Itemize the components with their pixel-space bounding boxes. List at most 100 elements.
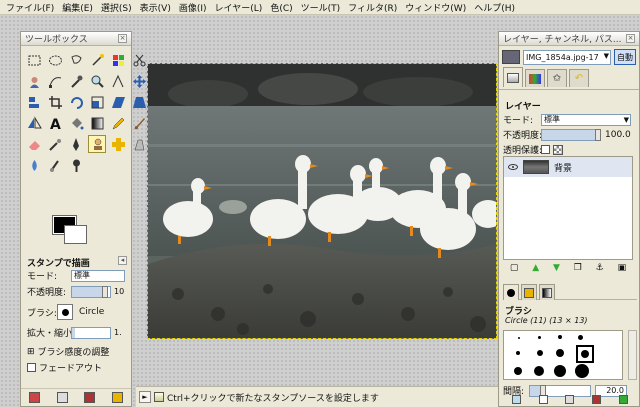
layer-opacity-slider[interactable] <box>541 128 601 141</box>
bucket-fill-tool[interactable] <box>67 114 85 132</box>
airbrush-tool[interactable] <box>46 135 64 153</box>
ellipse-select-tool[interactable] <box>46 51 64 69</box>
auto-button[interactable]: 自動 <box>614 49 636 65</box>
flip-tool[interactable] <box>25 114 43 132</box>
blend-tool[interactable] <box>88 114 106 132</box>
delete-brush-icon[interactable] <box>592 395 602 404</box>
move-tool[interactable] <box>130 72 148 90</box>
brush-preview[interactable] <box>57 304 73 320</box>
brush-1[interactable] <box>518 337 520 339</box>
options-menu-icon[interactable]: ◂ <box>118 256 127 265</box>
brush-scrollbar[interactable] <box>628 330 637 380</box>
menu-layer[interactable]: レイヤー(L) <box>211 1 267 14</box>
menu-filters[interactable]: フィルタ(R) <box>344 1 401 14</box>
delete-layer-icon[interactable]: ▣ <box>618 263 627 273</box>
tab-layers[interactable] <box>503 67 523 87</box>
brush-grid[interactable] <box>503 330 623 380</box>
lower-layer-icon[interactable]: ▼ <box>553 263 560 273</box>
menu-image[interactable]: 画像(I) <box>175 1 211 14</box>
brush-3[interactable] <box>558 335 562 339</box>
eye-icon[interactable] <box>508 164 518 170</box>
save-options-icon[interactable] <box>29 392 41 403</box>
smudge-tool[interactable] <box>46 156 64 174</box>
brush-selected[interactable] <box>576 345 594 363</box>
align-tool[interactable] <box>25 93 43 111</box>
color-swatches[interactable] <box>31 212 91 252</box>
menu-select[interactable]: 選択(S) <box>97 1 136 14</box>
status-arrow-button[interactable]: ► <box>139 391 151 403</box>
dynamics-expander[interactable]: ⊞ <box>27 347 35 357</box>
eraser-tool[interactable] <box>25 135 43 153</box>
zoom-tool[interactable] <box>88 72 106 90</box>
delete-options-icon[interactable] <box>84 392 96 403</box>
paintbrush-tool[interactable] <box>130 114 148 132</box>
dodge-burn-tool[interactable] <box>67 156 85 174</box>
foreground-select-tool[interactable] <box>25 72 43 90</box>
layer-row[interactable]: 背景 <box>504 157 632 177</box>
edit-brush-icon[interactable] <box>511 395 521 404</box>
opacity-slider[interactable] <box>71 285 111 298</box>
brush-6[interactable] <box>537 350 543 356</box>
duplicate-brush-icon[interactable] <box>565 395 575 404</box>
background-color[interactable] <box>64 225 87 244</box>
tab-patterns[interactable] <box>521 284 537 300</box>
lock-alpha-checkbox[interactable] <box>541 145 550 154</box>
tab-gradients[interactable] <box>539 284 555 300</box>
image-select[interactable]: IMG_1854a.jpg-17 ▼ <box>523 49 611 65</box>
fade-checkbox[interactable] <box>27 363 36 372</box>
pencil-tool[interactable] <box>109 114 127 132</box>
rect-select-tool[interactable] <box>25 51 43 69</box>
menu-view[interactable]: 表示(V) <box>136 1 175 14</box>
heal-tool[interactable] <box>109 135 127 153</box>
fade-row[interactable]: フェードアウト <box>27 361 127 374</box>
dynamics-row[interactable]: ⊞ ブラシ感度の調整 <box>27 345 127 359</box>
layers-close-icon[interactable]: × <box>626 34 635 43</box>
brush-5[interactable] <box>516 351 520 355</box>
scale-tool[interactable] <box>88 93 106 111</box>
reset-options-icon[interactable] <box>111 392 123 403</box>
fuzzy-select-tool[interactable] <box>88 51 106 69</box>
mode-select[interactable]: 標準 <box>71 269 125 282</box>
brush-12[interactable] <box>575 364 589 378</box>
tab-undo[interactable]: ↶ <box>569 69 589 87</box>
refresh-brushes-icon[interactable] <box>619 395 629 404</box>
text-tool[interactable]: A <box>46 114 64 132</box>
toolbox-close-icon[interactable]: × <box>118 34 127 43</box>
duplicate-layer-icon[interactable]: ❐ <box>574 263 582 273</box>
select-by-color-tool[interactable] <box>109 51 127 69</box>
restore-options-icon[interactable] <box>56 392 68 403</box>
scale-slider[interactable] <box>71 326 111 339</box>
menu-edit[interactable]: 編集(E) <box>58 1 97 14</box>
new-layer-icon[interactable]: ▢ <box>510 263 519 273</box>
ink-tool[interactable] <box>67 135 85 153</box>
measure-tool[interactable] <box>109 72 127 90</box>
brush-10[interactable] <box>534 366 544 376</box>
tab-paths[interactable]: ✩ <box>547 69 567 87</box>
brush-7[interactable] <box>556 349 564 357</box>
menu-file[interactable]: ファイル(F) <box>2 1 58 14</box>
paths-tool[interactable] <box>46 72 64 90</box>
scissors-tool[interactable] <box>130 51 148 69</box>
menu-color[interactable]: 色(C) <box>266 1 296 14</box>
blur-tool[interactable] <box>25 156 43 174</box>
tab-brushes[interactable] <box>503 284 519 300</box>
lasso-tool[interactable] <box>67 51 85 69</box>
perspective-clone-tool[interactable] <box>130 135 148 153</box>
clone-tool[interactable] <box>88 135 106 153</box>
crop-tool[interactable] <box>46 93 64 111</box>
rotate-tool[interactable] <box>67 93 85 111</box>
brush-9[interactable] <box>514 367 522 375</box>
perspective-tool[interactable] <box>130 93 148 111</box>
anchor-layer-icon[interactable]: ⚓ <box>596 263 604 273</box>
tab-channels[interactable] <box>525 69 545 87</box>
color-picker-tool[interactable] <box>67 72 85 90</box>
brush-4[interactable] <box>578 335 583 340</box>
brush-11[interactable] <box>554 365 566 377</box>
shear-tool[interactable] <box>109 93 127 111</box>
image-canvas[interactable] <box>147 63 497 339</box>
layer-name[interactable]: 背景 <box>554 161 572 174</box>
brush-2[interactable] <box>538 336 541 339</box>
menu-windows[interactable]: ウィンドウ(W) <box>401 1 470 14</box>
menu-tools[interactable]: ツール(T) <box>297 1 345 14</box>
menu-help[interactable]: ヘルプ(H) <box>470 1 519 14</box>
